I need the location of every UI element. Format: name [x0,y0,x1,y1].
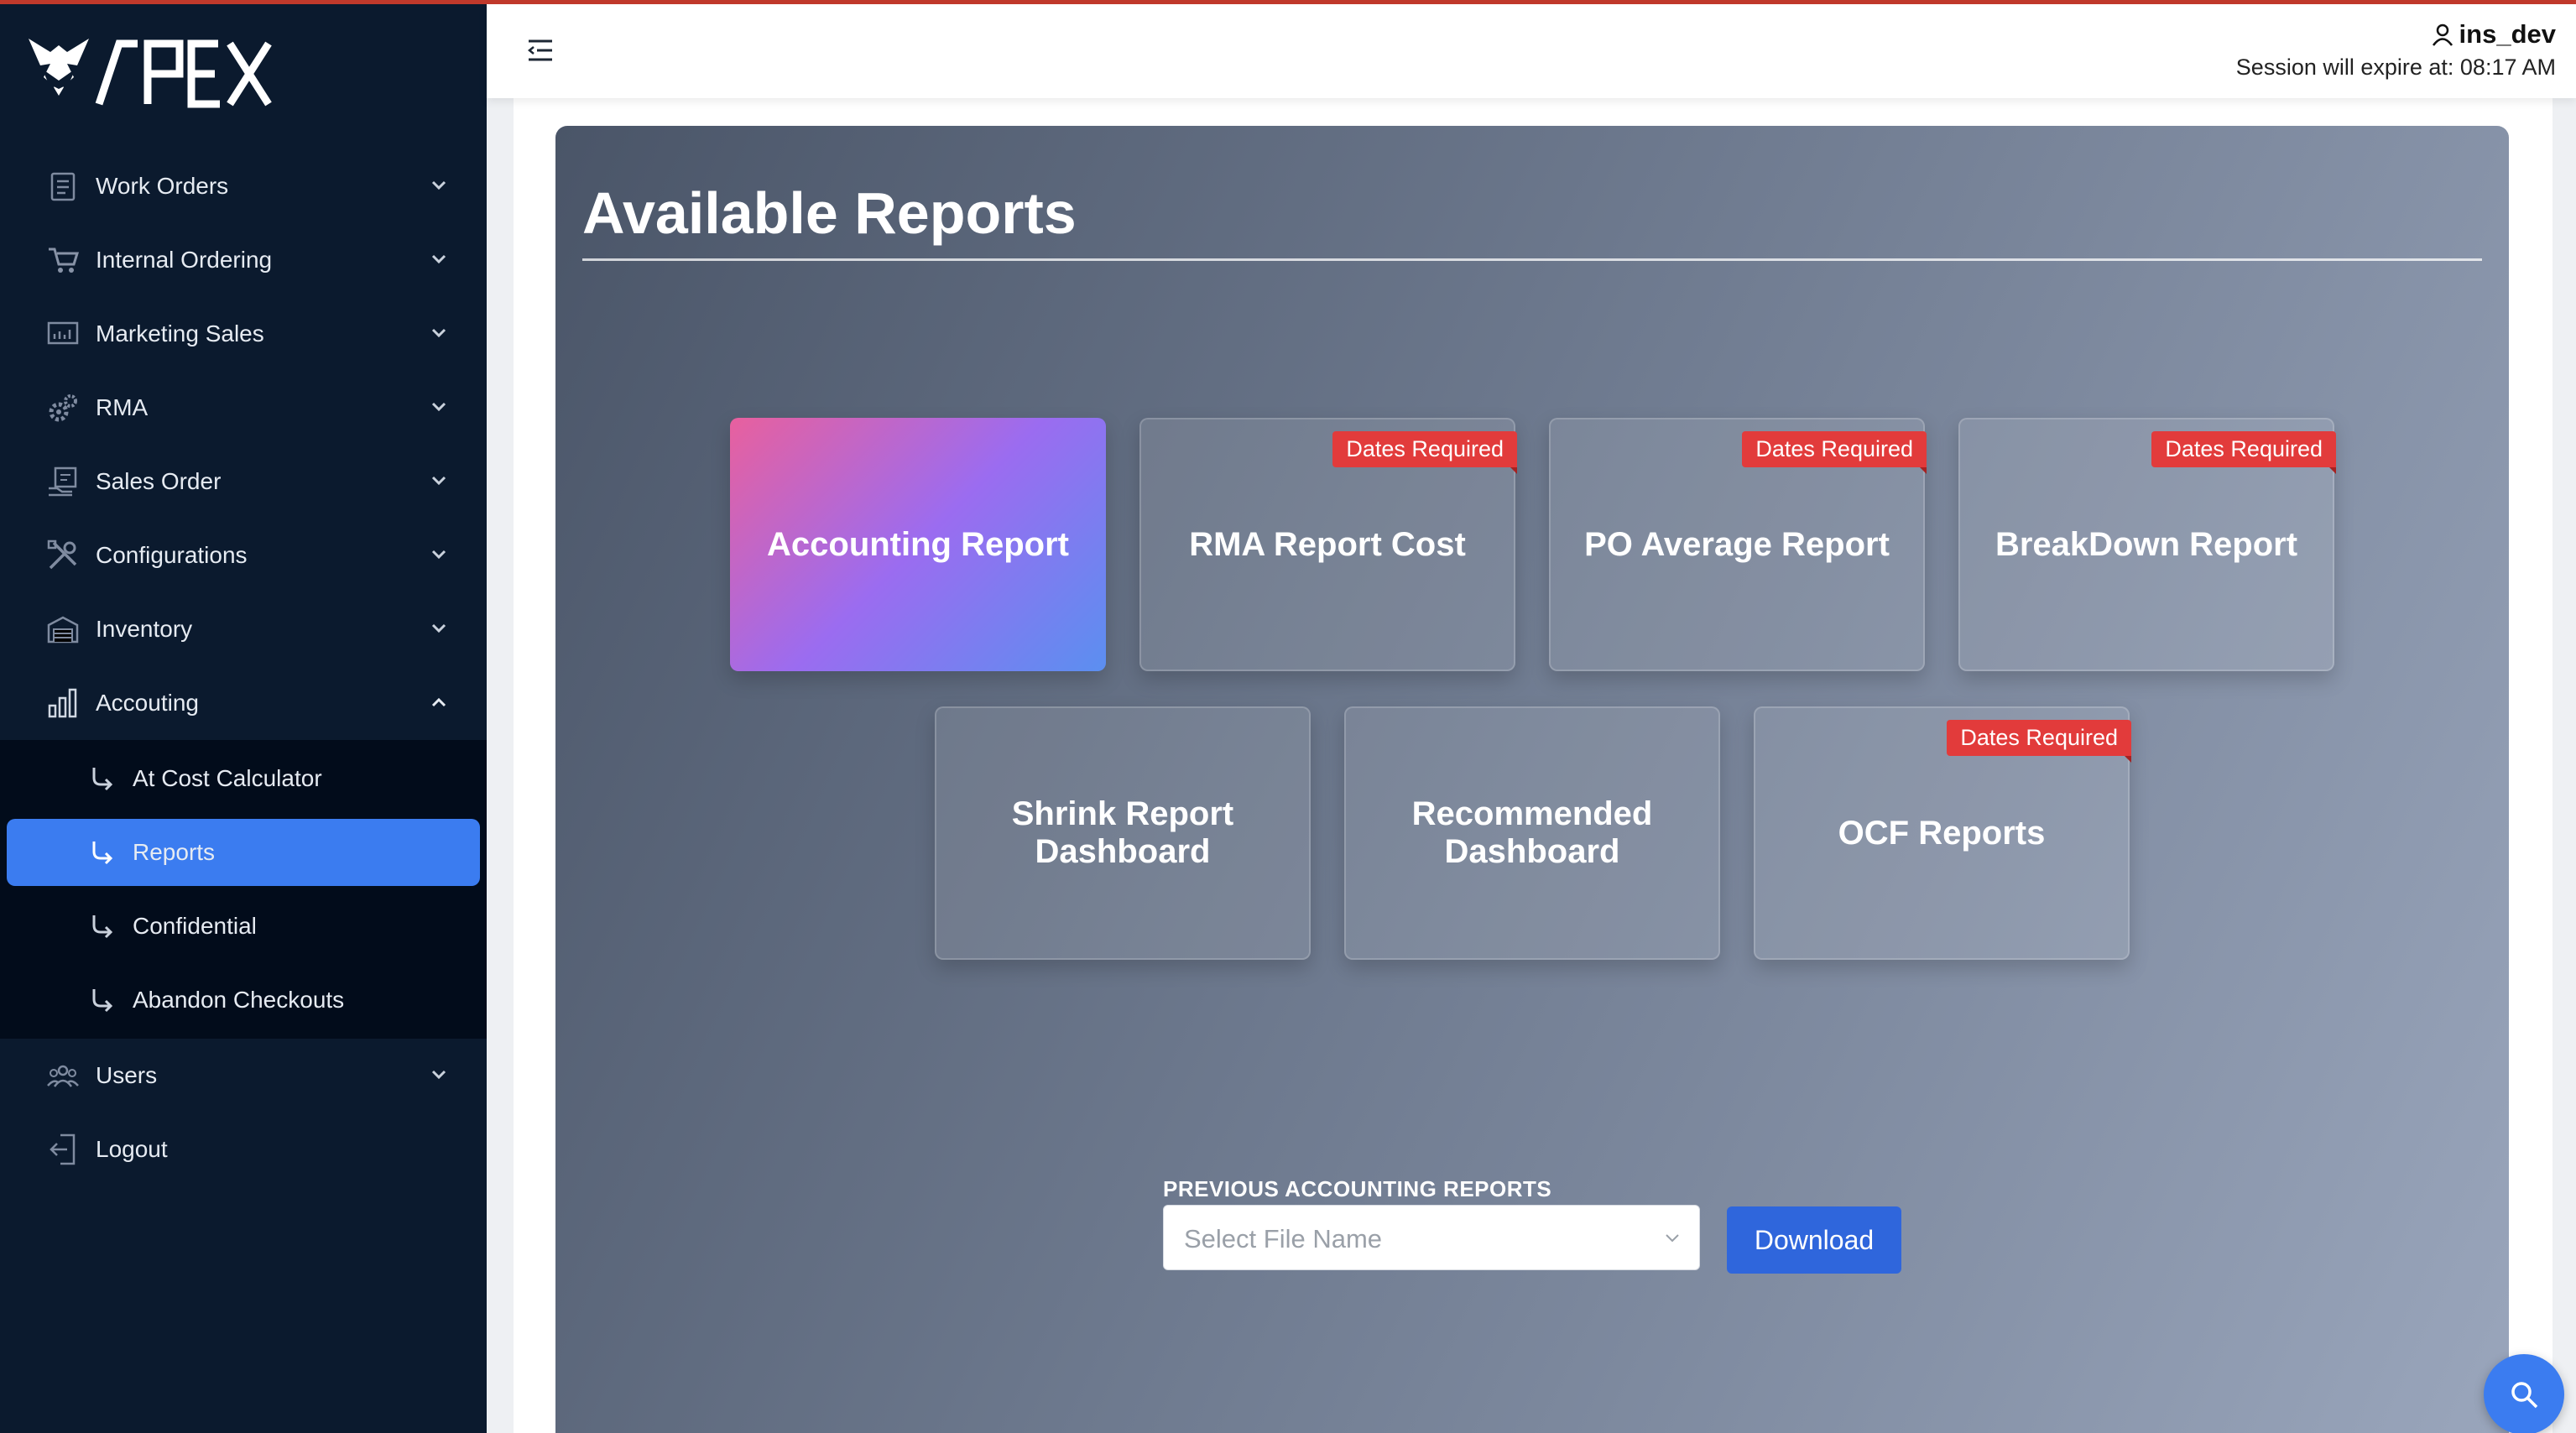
sub-arrow-icon [92,842,113,865]
clipboard-list-icon [47,170,79,202]
warehouse-icon [47,613,79,645]
sub-arrow-icon [92,915,113,939]
bar-chart-icon [47,687,79,719]
chevron-down-icon [431,476,446,486]
sidebar-item-label: Internal Ordering [96,247,273,273]
sidebar-item-accouting[interactable]: Accouting [0,666,487,740]
report-card-title: Shrink Report Dashboard [1011,795,1234,870]
sidebar-item-inventory[interactable]: Inventory [0,592,487,666]
report-card-accounting[interactable]: Accounting Report [730,418,1106,671]
apex-logo[interactable] [25,27,285,119]
sidebar-item-label: Logout [96,1136,168,1162]
top-bar: ins_dev Session will expire at: 08:17 AM [487,4,2576,98]
sidebar-subitem-abandon-checkouts[interactable]: Abandon Checkouts [0,963,487,1037]
top-accent-bar [0,0,2576,4]
chevron-down-icon [431,623,446,633]
dates-required-badge: Dates Required [1947,720,2131,763]
sidebar-subitem-at-cost-calculator[interactable]: At Cost Calculator [0,742,487,816]
sales-order-icon [47,466,79,498]
username: ins_dev [2459,19,2556,49]
tools-icon [47,539,79,571]
users-icon [47,1060,79,1092]
dates-required-badge: Dates Required [1332,431,1517,474]
dates-required-badge: Dates Required [1742,431,1927,474]
select-placeholder: Select File Name [1184,1224,1383,1253]
sidebar-item-internal-ordering[interactable]: Internal Ordering [0,223,487,297]
chevron-down-icon [431,1070,446,1080]
sidebar-subitem-label: Reports [133,839,216,865]
menu-toggle-icon[interactable] [525,38,555,63]
sidebar-item-sales-order[interactable]: Sales Order [0,445,487,518]
report-card-recommended-dashboard[interactable]: Recommended Dashboard [1344,706,1720,960]
report-card-breakdown[interactable]: Dates Required BreakDown Report [1958,418,2336,671]
sidebar-item-label: Users [96,1062,158,1088]
file-name-select[interactable]: Select File Name [1163,1205,1700,1270]
sidebar-item-configurations[interactable]: Configurations [0,518,487,592]
report-card-po-average[interactable]: Dates Required PO Average Report [1549,418,1927,671]
chart-board-icon [47,318,79,350]
user-info: ins_dev Session will expire at: 08:17 AM [2236,19,2556,81]
user-icon [2432,23,2453,46]
sidebar-nav: Work Orders Internal Ordering Marketing … [0,149,487,1186]
title-divider [582,258,2482,261]
sidebar: Work Orders Internal Ordering Marketing … [0,0,487,1433]
cart-icon [47,244,79,276]
sidebar-subitem-label: At Cost Calculator [133,765,322,791]
sidebar-subitem-reports[interactable]: Reports [7,819,480,886]
report-card-title: Accounting Report [767,525,1069,563]
chevron-down-icon [431,402,446,412]
page-title: Available Reports [582,180,1077,246]
chevron-down-icon [431,180,446,190]
sub-arrow-icon [92,768,113,791]
sidebar-item-label: Configurations [96,542,248,568]
sidebar-item-label: RMA [96,394,149,420]
sidebar-item-label: Accouting [96,690,199,716]
chevron-down-icon [431,328,446,338]
previous-reports-label: PREVIOUS ACCOUNTING REPORTS [1163,1176,1552,1201]
dates-required-badge: Dates Required [2151,431,2336,474]
report-card-title: BreakDown Report [1995,525,2298,563]
sidebar-item-rma[interactable]: RMA [0,371,487,445]
report-card-title: PO Average Report [1584,525,1890,563]
chevron-up-icon [431,697,446,707]
chevron-down-icon [431,550,446,560]
sub-arrow-icon [92,989,113,1013]
logout-icon [47,1133,79,1165]
report-card-title: OCF Reports [1838,814,2046,852]
sidebar-item-label: Work Orders [96,173,229,199]
sidebar-item-label: Inventory [96,616,193,642]
sidebar-item-marketing-sales[interactable]: Marketing Sales [0,297,487,371]
chevron-down-icon [431,254,446,264]
report-card-title: RMA Report Cost [1189,525,1466,563]
sidebar-item-work-orders[interactable]: Work Orders [0,149,487,223]
sidebar-item-label: Marketing Sales [96,320,264,347]
sidebar-subitem-label: Abandon Checkouts [133,987,345,1013]
report-card-title: Recommended Dashboard [1411,795,1653,870]
sidebar-item-label: Sales Order [96,468,222,494]
sidebar-item-logout[interactable]: Logout [0,1113,487,1186]
user-menu[interactable]: ins_dev [2236,19,2556,50]
report-card-ocf-reports[interactable]: Dates Required OCF Reports [1754,706,2131,960]
chevron-down-icon [1666,1234,1679,1243]
sidebar-subitem-label: Confidential [133,913,257,939]
report-card-shrink-dashboard[interactable]: Shrink Report Dashboard [935,706,1311,960]
download-button[interactable]: Download [1727,1206,1901,1274]
session-expiry-text: Session will expire at: 08:17 AM [2235,55,2556,80]
gears-icon [47,392,79,424]
search-fab-button[interactable] [2484,1354,2564,1433]
sidebar-subitem-confidential[interactable]: Confidential [0,889,487,963]
search-icon [2511,1382,2538,1409]
report-card-rma-cost[interactable]: Dates Required RMA Report Cost [1139,418,1517,671]
sidebar-item-users[interactable]: Users [0,1039,487,1113]
accounting-submenu: At Cost Calculator Reports Confidential … [0,740,487,1039]
